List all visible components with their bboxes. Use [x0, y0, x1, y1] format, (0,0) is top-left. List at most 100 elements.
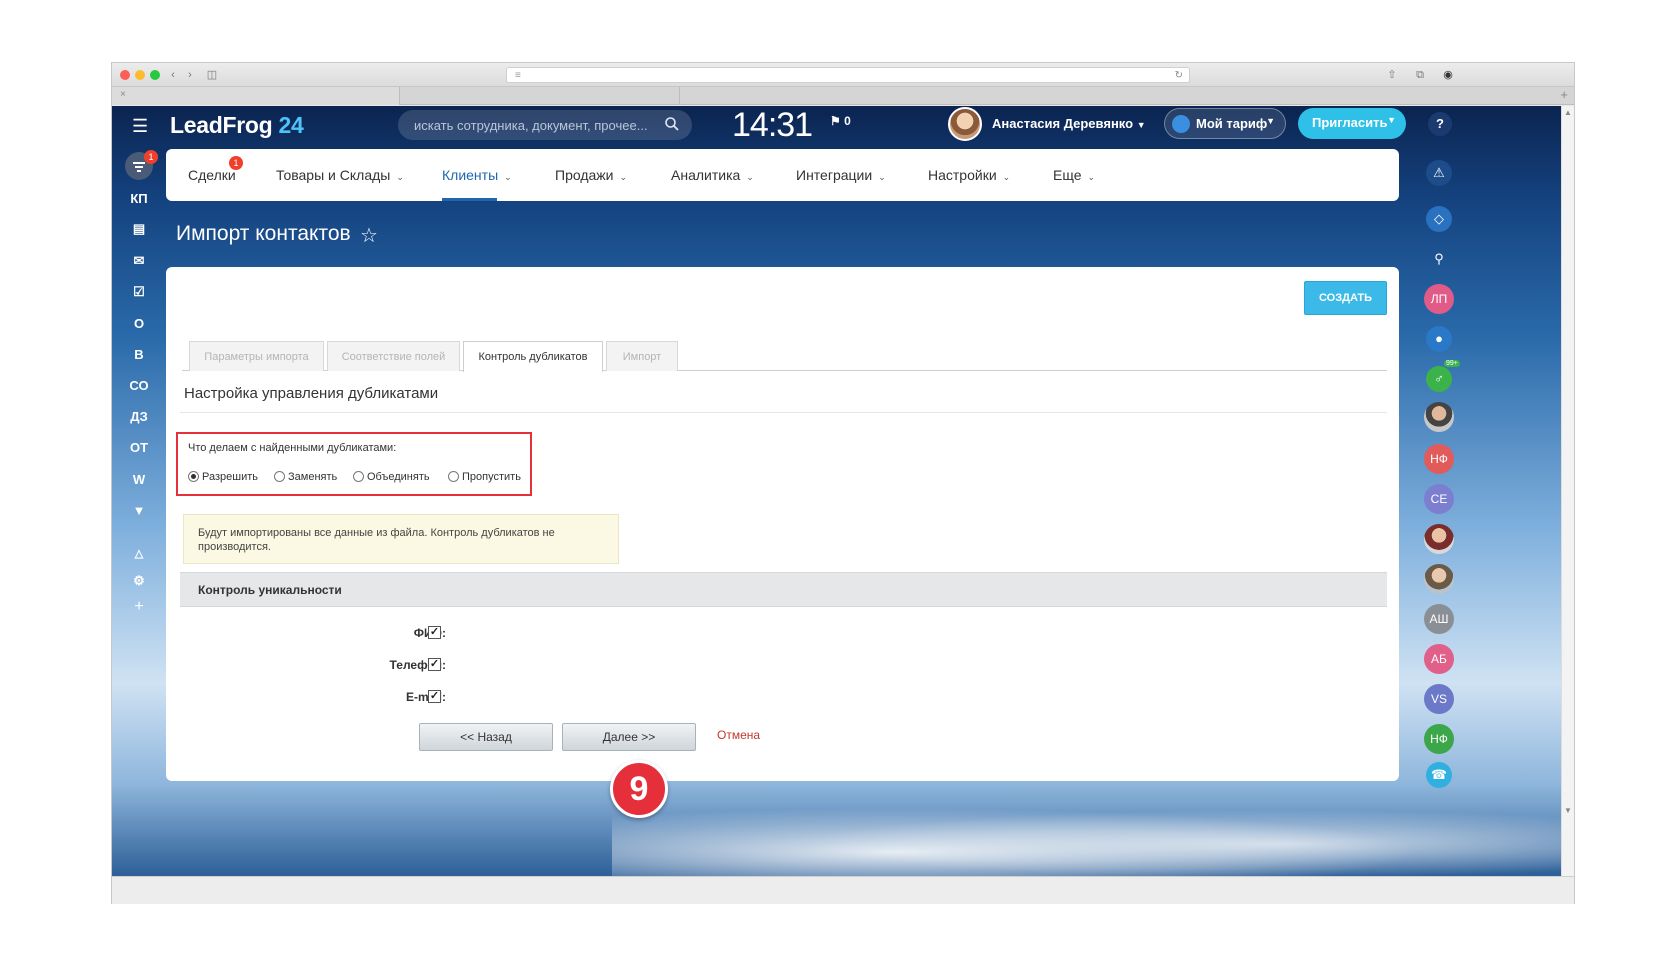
- duplicate-options-box: Что делаем с найденными дубликатами: Раз…: [176, 432, 532, 496]
- avatar[interactable]: [1424, 402, 1454, 432]
- help-icon[interactable]: ?: [1428, 112, 1452, 136]
- sidebar-item-w[interactable]: W: [124, 469, 154, 491]
- checkbox-icon[interactable]: ☑: [124, 281, 154, 303]
- flag-icon: ⚑: [830, 114, 841, 128]
- invite-label: Пригласить: [1312, 115, 1388, 130]
- sidebar-item-o[interactable]: О: [124, 313, 154, 335]
- sidebar-item-dz[interactable]: ДЗ: [124, 406, 154, 428]
- extension-icon[interactable]: ◉: [1440, 68, 1456, 82]
- radio-replace[interactable]: Заменять: [274, 471, 337, 483]
- nav-item-analytics[interactable]: Аналитика ⌄: [671, 167, 754, 183]
- browser-tab[interactable]: [400, 87, 680, 105]
- radio-unselected[interactable]: [448, 471, 459, 482]
- radio-label: Объединять: [367, 471, 430, 483]
- new-tab-icon[interactable]: +: [1560, 87, 1568, 102]
- reader-icon[interactable]: ≡: [515, 68, 521, 83]
- checkbox-email[interactable]: ✓: [428, 690, 441, 703]
- radio-selected[interactable]: [188, 471, 199, 482]
- share-icon[interactable]: ⇧: [1384, 68, 1400, 82]
- scroll-up-icon[interactable]: ▲: [1564, 108, 1572, 117]
- contacts-icon[interactable]: ♂: [1426, 366, 1452, 392]
- radio-allow[interactable]: Разрешить: [188, 471, 258, 483]
- flag-counter[interactable]: ⚑ 0: [830, 114, 851, 128]
- avatar[interactable]: НФ: [1424, 444, 1454, 474]
- chat-icon[interactable]: ◇: [1426, 206, 1452, 232]
- user-menu[interactable]: Анастасия Деревянко ▼: [992, 116, 1146, 131]
- nav-label: Настройки: [928, 167, 997, 183]
- avatar[interactable]: АШ: [1424, 604, 1454, 634]
- checkbox-fio[interactable]: ✓: [428, 626, 441, 639]
- chevron-down-icon: ⌄: [878, 172, 886, 182]
- active-nav-underline: [442, 198, 497, 201]
- sidebar-item-v[interactable]: В: [124, 344, 154, 366]
- tab-import-params[interactable]: Параметры импорта: [189, 341, 324, 371]
- vertical-scrollbar[interactable]: ▲ ▼: [1561, 106, 1574, 876]
- chevron-down-icon: ▼: [1266, 116, 1275, 126]
- sidebar-item-kp[interactable]: КП: [124, 188, 154, 210]
- group-chat-icon[interactable]: ●: [1426, 326, 1452, 352]
- sidebar-toggle-icon[interactable]: ◫: [204, 68, 220, 82]
- nav-item-deals[interactable]: Сделки: [188, 167, 236, 183]
- avatar[interactable]: НФ: [1424, 724, 1454, 754]
- structure-icon[interactable]: △: [124, 543, 154, 565]
- search-input[interactable]: [398, 110, 658, 140]
- document-icon[interactable]: ▤: [124, 218, 154, 240]
- tab-duplicate-control[interactable]: Контроль дубликатов: [463, 341, 603, 372]
- cancel-link[interactable]: Отмена: [717, 728, 760, 742]
- create-button[interactable]: СОЗДАТЬ: [1304, 281, 1387, 315]
- clock[interactable]: 14:31: [732, 106, 813, 145]
- close-window-icon[interactable]: [120, 70, 130, 80]
- phone-icon[interactable]: ☎: [1426, 762, 1452, 788]
- sidebar-item-ot[interactable]: ОТ: [124, 437, 154, 459]
- invite-button[interactable]: Пригласить ▼: [1298, 108, 1406, 139]
- reload-icon[interactable]: ↻: [1175, 68, 1183, 83]
- tab-import[interactable]: Импорт: [606, 341, 678, 371]
- nav-item-clients[interactable]: Клиенты ⌄: [442, 167, 512, 183]
- forward-arrow-icon[interactable]: ›: [182, 68, 198, 82]
- plus-icon[interactable]: +: [124, 596, 154, 618]
- minimize-window-icon[interactable]: [135, 70, 145, 80]
- tabs-overview-icon[interactable]: ⧉: [1412, 68, 1428, 82]
- back-button[interactable]: << Назад: [419, 723, 553, 751]
- tariff-label: Мой тариф: [1196, 116, 1268, 131]
- scroll-down-icon[interactable]: ▼: [1564, 806, 1572, 815]
- radio-skip[interactable]: Пропустить: [448, 471, 521, 483]
- mail-icon[interactable]: ✉: [124, 250, 154, 272]
- close-tab-icon[interactable]: ×: [120, 89, 126, 100]
- avatar[interactable]: [1424, 564, 1454, 594]
- radio-merge[interactable]: Объединять: [353, 471, 430, 483]
- bell-icon[interactable]: ⚠: [1426, 160, 1452, 186]
- address-bar[interactable]: ≡ ↻: [506, 67, 1190, 83]
- maximize-window-icon[interactable]: [150, 70, 160, 80]
- radio-unselected[interactable]: [353, 471, 364, 482]
- uniqueness-header: Контроль уникальности: [180, 572, 1387, 607]
- search-icon[interactable]: [664, 116, 680, 132]
- nav-item-more[interactable]: Еще ⌄: [1053, 167, 1095, 183]
- checkbox-phone[interactable]: ✓: [428, 658, 441, 671]
- radio-unselected[interactable]: [274, 471, 285, 482]
- nav-item-integrations[interactable]: Интеграции ⌄: [796, 167, 886, 183]
- chevron-down-icon: ▼: [1387, 115, 1396, 125]
- nav-item-settings[interactable]: Настройки ⌄: [928, 167, 1010, 183]
- tariff-button[interactable]: Мой тариф ▼: [1164, 108, 1286, 139]
- avatar[interactable]: ЛП: [1424, 284, 1454, 314]
- logo[interactable]: LeadFrog 24: [170, 112, 304, 139]
- search-icon[interactable]: ⚲: [1426, 246, 1452, 272]
- nav-label: Сделки: [188, 167, 236, 183]
- user-avatar[interactable]: [948, 107, 982, 141]
- browser-tab[interactable]: ×: [112, 87, 400, 105]
- avatar[interactable]: VS: [1424, 684, 1454, 714]
- tab-field-mapping[interactable]: Соответствие полей: [327, 341, 460, 371]
- back-arrow-icon[interactable]: ‹: [165, 68, 181, 82]
- chevron-down-circle-icon[interactable]: ▼: [124, 500, 154, 522]
- avatar[interactable]: АБ: [1424, 644, 1454, 674]
- star-icon[interactable]: ☆: [360, 223, 378, 248]
- next-button[interactable]: Далее >>: [562, 723, 696, 751]
- nav-item-products[interactable]: Товары и Склады ⌄: [276, 167, 404, 183]
- nav-item-sales[interactable]: Продажи ⌄: [555, 167, 627, 183]
- nav-badge: 1: [229, 156, 243, 170]
- sidebar-item-so[interactable]: СО: [124, 375, 154, 397]
- avatar[interactable]: СЕ: [1424, 484, 1454, 514]
- gear-icon[interactable]: ⚙: [124, 570, 154, 592]
- avatar[interactable]: [1424, 524, 1454, 554]
